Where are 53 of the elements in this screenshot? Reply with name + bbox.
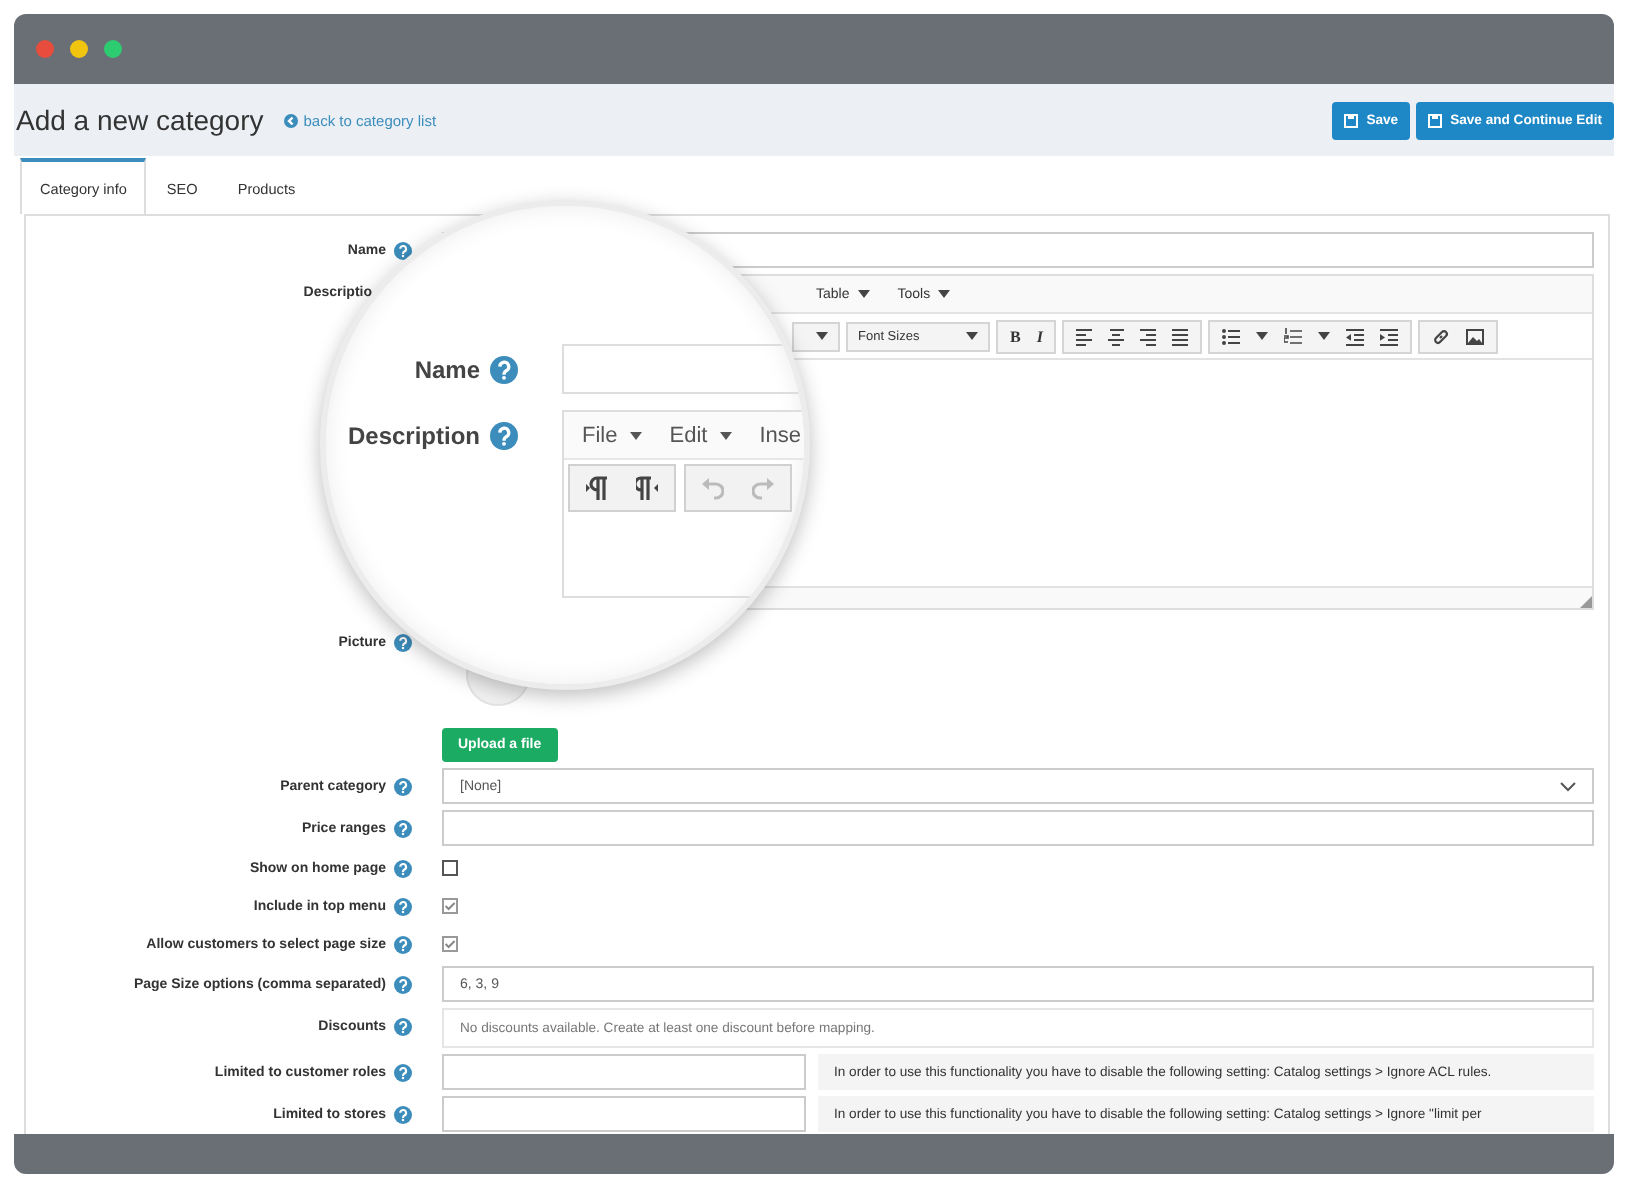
numbered-list-icon[interactable] (1284, 327, 1303, 345)
help-icon[interactable] (394, 819, 412, 837)
checkbox[interactable] (442, 898, 458, 914)
resize-grip-icon (1580, 596, 1592, 608)
link-icon[interactable] (1432, 327, 1451, 345)
rich-text-editor[interactable]: File Edit Inse (562, 410, 804, 598)
text-input[interactable] (442, 1054, 806, 1090)
help-icon[interactable] (490, 355, 518, 383)
format-button[interactable]: B (1010, 327, 1021, 345)
image-icon[interactable] (1466, 327, 1485, 345)
caret-icon (1318, 332, 1331, 340)
align-left-icon[interactable] (1076, 327, 1093, 345)
help-icon[interactable] (394, 1017, 412, 1035)
outdent-icon[interactable] (1346, 327, 1365, 345)
paragraph-rtl-icon[interactable] (636, 476, 658, 500)
help-icon[interactable] (394, 1063, 412, 1081)
align-right-icon[interactable] (1140, 327, 1157, 345)
caret-icon (629, 431, 642, 439)
help-icon[interactable] (394, 897, 412, 915)
font-family-select[interactable] (792, 321, 840, 351)
help-icon[interactable] (394, 859, 412, 877)
page-title: Add a new category (16, 104, 264, 136)
chevron-down-icon (1560, 781, 1576, 791)
caret-icon (1256, 332, 1269, 340)
caret-icon (857, 290, 870, 298)
caret-icon (719, 431, 732, 439)
align-center-icon[interactable] (1108, 327, 1125, 345)
text-input[interactable] (442, 810, 1594, 846)
editor-menu-item[interactable]: Edit (669, 423, 732, 447)
checkbox[interactable] (442, 860, 458, 876)
window-dot-icon[interactable] (36, 40, 54, 58)
paragraph-ltr-icon[interactable] (586, 476, 608, 500)
window-dot-icon[interactable] (104, 40, 122, 58)
format-button[interactable]: I (1036, 327, 1043, 345)
editor-menu-item[interactable]: File (582, 423, 642, 447)
window-dot-icon[interactable] (70, 40, 88, 58)
help-icon[interactable] (490, 421, 518, 449)
caret-icon (938, 290, 951, 298)
caret-icon (966, 332, 978, 340)
caret-icon (816, 332, 828, 340)
help-icon[interactable] (394, 935, 412, 953)
help-icon[interactable] (394, 1105, 412, 1123)
checkbox[interactable] (442, 936, 458, 952)
back-arrow-icon (283, 113, 298, 127)
help-icon[interactable] (394, 777, 412, 795)
help-icon[interactable] (394, 241, 412, 259)
indent-icon[interactable] (1380, 327, 1399, 345)
text-input[interactable] (442, 1096, 806, 1132)
help-icon[interactable] (394, 975, 412, 993)
align-justify-icon[interactable] (1172, 327, 1189, 345)
editor-menu-item[interactable]: Inse (759, 423, 801, 447)
bullet-list-icon[interactable] (1222, 327, 1241, 345)
help-icon[interactable] (394, 633, 412, 651)
